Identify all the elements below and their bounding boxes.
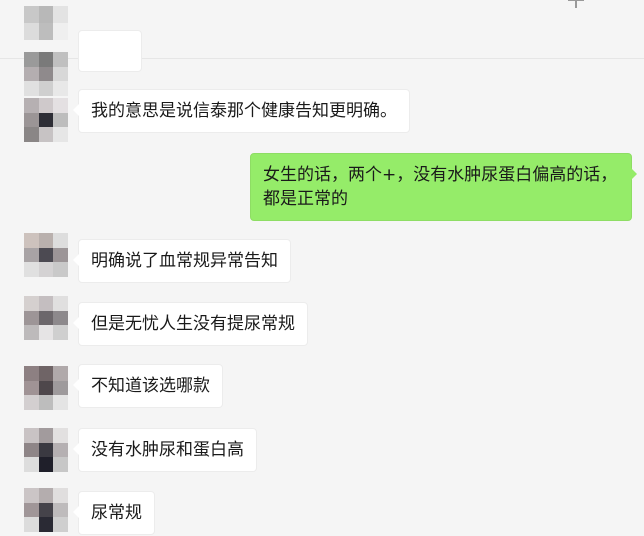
avatar-pixel bbox=[24, 488, 39, 503]
avatar-pixel bbox=[53, 52, 68, 67]
avatar-pixel bbox=[38, 247, 54, 263]
avatar-pixel bbox=[53, 442, 68, 458]
avatar-pixel bbox=[53, 296, 68, 311]
avatar-pixel bbox=[24, 247, 39, 263]
avatar-pixel bbox=[24, 6, 39, 23]
chat-panel: 我的意思是说信泰那个健康告知更明确。 女生的话，两个+，没有水肿尿蛋白偏高的话，… bbox=[0, 0, 644, 536]
avatar-pixel bbox=[53, 366, 68, 381]
avatar[interactable] bbox=[24, 428, 68, 472]
message-bubble[interactable]: 我的意思是说信泰那个健康告知更明确。 bbox=[73, 89, 410, 133]
avatar-pixel bbox=[53, 233, 68, 248]
message-bubble[interactable]: 明确说了血常规异常告知 bbox=[73, 239, 291, 283]
avatar-pixel bbox=[53, 517, 68, 532]
avatar-pixel bbox=[38, 442, 54, 458]
message-bubble-self[interactable]: 女生的话，两个+，没有水肿尿蛋白偏高的话，都是正常的 bbox=[250, 153, 637, 221]
avatar-pixel bbox=[38, 66, 54, 82]
avatar-pixel bbox=[53, 127, 68, 142]
avatar-pixel bbox=[53, 262, 68, 277]
avatar-pixel bbox=[38, 366, 54, 381]
avatar-pixel bbox=[38, 23, 54, 40]
avatar-pixel bbox=[38, 517, 54, 532]
message-bubble[interactable] bbox=[78, 30, 142, 72]
avatar[interactable] bbox=[24, 233, 68, 277]
avatar[interactable] bbox=[24, 98, 68, 142]
avatar-pixel bbox=[24, 233, 39, 248]
avatar-pixel bbox=[38, 502, 54, 518]
avatar-pixel bbox=[38, 457, 54, 472]
avatar-pixel bbox=[24, 395, 39, 410]
avatar-pixel bbox=[53, 112, 68, 128]
avatar[interactable] bbox=[24, 6, 68, 40]
avatar-pixel bbox=[24, 428, 39, 443]
avatar-pixel bbox=[24, 502, 39, 518]
avatar[interactable] bbox=[24, 52, 68, 96]
avatar-pixel bbox=[24, 52, 39, 67]
avatar-pixel bbox=[24, 98, 39, 113]
avatar-pixel bbox=[24, 325, 39, 340]
avatar-pixel bbox=[53, 488, 68, 503]
avatar-pixel bbox=[24, 517, 39, 532]
avatar-pixel bbox=[53, 6, 68, 23]
avatar-pixel bbox=[38, 310, 54, 326]
avatar-pixel bbox=[53, 380, 68, 396]
avatar-pixel bbox=[38, 112, 54, 128]
avatar-pixel bbox=[53, 247, 68, 263]
avatar-pixel bbox=[38, 262, 54, 277]
avatar-pixel bbox=[38, 325, 54, 340]
avatar-pixel bbox=[53, 66, 68, 82]
avatar-pixel bbox=[38, 127, 54, 142]
avatar-pixel bbox=[24, 127, 39, 142]
avatar-pixel bbox=[38, 380, 54, 396]
avatar-pixel bbox=[38, 395, 54, 410]
avatar-pixel bbox=[38, 428, 54, 443]
avatar[interactable] bbox=[24, 296, 68, 340]
avatar-pixel bbox=[24, 112, 39, 128]
avatar-pixel bbox=[53, 98, 68, 113]
avatar-pixel bbox=[24, 81, 39, 96]
avatar-pixel bbox=[24, 366, 39, 381]
avatar-pixel bbox=[38, 488, 54, 503]
message-bubble[interactable]: 没有水肿尿和蛋白高 bbox=[73, 428, 257, 472]
message-bubble[interactable]: 不知道该选哪款 bbox=[73, 364, 223, 408]
avatar-pixel bbox=[24, 66, 39, 82]
avatar-pixel bbox=[24, 457, 39, 472]
avatar[interactable] bbox=[24, 488, 68, 532]
avatar-pixel bbox=[53, 310, 68, 326]
avatar[interactable] bbox=[24, 366, 68, 410]
avatar-pixel bbox=[53, 502, 68, 518]
avatar-pixel bbox=[24, 23, 39, 40]
avatar-pixel bbox=[53, 325, 68, 340]
avatar-pixel bbox=[24, 380, 39, 396]
avatar-pixel bbox=[38, 81, 54, 96]
avatar-pixel bbox=[38, 52, 54, 67]
avatar-pixel bbox=[38, 296, 54, 311]
avatar-pixel bbox=[53, 428, 68, 443]
avatar-pixel bbox=[38, 233, 54, 248]
avatar-pixel bbox=[53, 395, 68, 410]
add-icon[interactable] bbox=[568, 0, 584, 8]
avatar-pixel bbox=[24, 296, 39, 311]
avatar-pixel bbox=[38, 6, 54, 23]
avatar-pixel bbox=[53, 23, 68, 40]
avatar-pixel bbox=[38, 98, 54, 113]
avatar-pixel bbox=[24, 262, 39, 277]
message-bubble[interactable]: 尿常规 bbox=[73, 491, 155, 535]
avatar-pixel bbox=[53, 457, 68, 472]
avatar-pixel bbox=[24, 310, 39, 326]
avatar-pixel bbox=[53, 81, 68, 96]
message-bubble[interactable]: 但是无忧人生没有提尿常规 bbox=[73, 302, 308, 346]
avatar-pixel bbox=[24, 442, 39, 458]
